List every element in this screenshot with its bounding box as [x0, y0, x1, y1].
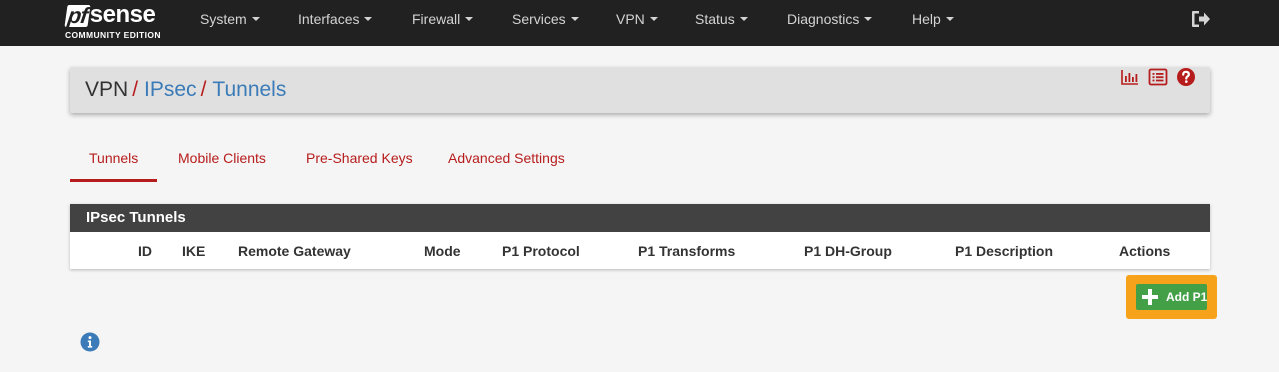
- column-header-p1-protocol: P1 Protocol: [502, 243, 580, 259]
- logout-icon[interactable]: [1191, 10, 1211, 28]
- tab-advanced-settings[interactable]: Advanced Settings: [448, 150, 565, 166]
- nav-vpn[interactable]: VPN: [616, 0, 658, 38]
- breadcrumb-separator: /: [200, 78, 207, 101]
- nav-label: Status: [695, 11, 735, 27]
- caret-down-icon: [465, 17, 474, 22]
- nav-help[interactable]: Help: [912, 0, 954, 38]
- column-header-mode: Mode: [424, 243, 461, 259]
- panel-header: IPsec Tunnels: [70, 204, 1210, 232]
- column-header-ike: IKE: [182, 243, 206, 259]
- nav-label: Firewall: [412, 11, 461, 27]
- column-header-p1-dh-group: P1 DH-Group: [804, 243, 892, 259]
- nav-label: Diagnostics: [787, 11, 860, 27]
- active-tab-indicator: [70, 179, 157, 182]
- breadcrumb-panel: VPN / IPsec / Tunnels: [70, 67, 1210, 113]
- column-header-remote-gateway: Remote Gateway: [238, 243, 351, 259]
- add-p1-button[interactable]: Add P1: [1136, 284, 1207, 310]
- caret-down-icon: [864, 17, 873, 22]
- add-p1-label: Add P1: [1166, 290, 1208, 304]
- nav-label: Help: [912, 11, 941, 27]
- list-icon[interactable]: [1148, 67, 1168, 87]
- nav-system[interactable]: System: [200, 0, 260, 38]
- column-header-actions: Actions: [1119, 243, 1171, 259]
- top-navbar: pf sense COMMUNITY EDITION System Interfa…: [0, 0, 1279, 46]
- nav-label: System: [200, 11, 247, 27]
- info-icon[interactable]: [80, 332, 100, 352]
- breadcrumb-ipsec-link[interactable]: IPsec: [144, 78, 197, 101]
- nav-services[interactable]: Services: [512, 0, 579, 38]
- logo-pf: pf: [64, 3, 91, 28]
- nav-interfaces[interactable]: Interfaces: [298, 0, 373, 38]
- column-header-p1-description: P1 Description: [955, 243, 1054, 259]
- caret-down-icon: [739, 17, 748, 22]
- tab-tunnels[interactable]: Tunnels: [89, 150, 138, 166]
- nav-label: Interfaces: [298, 11, 360, 27]
- ipsec-tunnels-panel: IPsec Tunnels ID IKE Remote Gateway Mode…: [70, 204, 1210, 269]
- plus-icon: [1142, 289, 1158, 305]
- caret-down-icon: [945, 17, 954, 22]
- breadcrumb-separator: /: [132, 78, 139, 101]
- nav-diagnostics[interactable]: Diagnostics: [787, 0, 873, 38]
- caret-down-icon: [649, 17, 658, 22]
- chart-icon[interactable]: [1120, 67, 1140, 87]
- nav-label: Services: [512, 11, 566, 27]
- caret-down-icon: [251, 17, 260, 22]
- caret-down-icon: [570, 17, 579, 22]
- breadcrumb-tunnels-link[interactable]: Tunnels: [212, 78, 286, 101]
- caret-down-icon: [364, 17, 373, 22]
- logo-sense: sense: [89, 1, 156, 28]
- logo-edition: COMMUNITY EDITION: [65, 30, 161, 40]
- breadcrumb-vpn: VPN: [85, 78, 129, 101]
- help-icon[interactable]: [1176, 67, 1196, 87]
- tab-pre-shared-keys[interactable]: Pre-Shared Keys: [306, 150, 413, 166]
- tab-mobile-clients[interactable]: Mobile Clients: [178, 150, 266, 166]
- breadcrumb: VPN / IPsec / Tunnels: [85, 78, 286, 102]
- panel-title: IPsec Tunnels: [86, 209, 186, 226]
- column-header-id: ID: [138, 243, 152, 259]
- nav-firewall[interactable]: Firewall: [412, 0, 474, 38]
- logo-wordmark: pf sense: [64, 1, 156, 28]
- nav-label: VPN: [616, 11, 645, 27]
- nav-status[interactable]: Status: [695, 0, 748, 38]
- column-header-p1-transforms: P1 Transforms: [638, 243, 736, 259]
- pfsense-logo[interactable]: pf sense COMMUNITY EDITION: [64, 1, 174, 43]
